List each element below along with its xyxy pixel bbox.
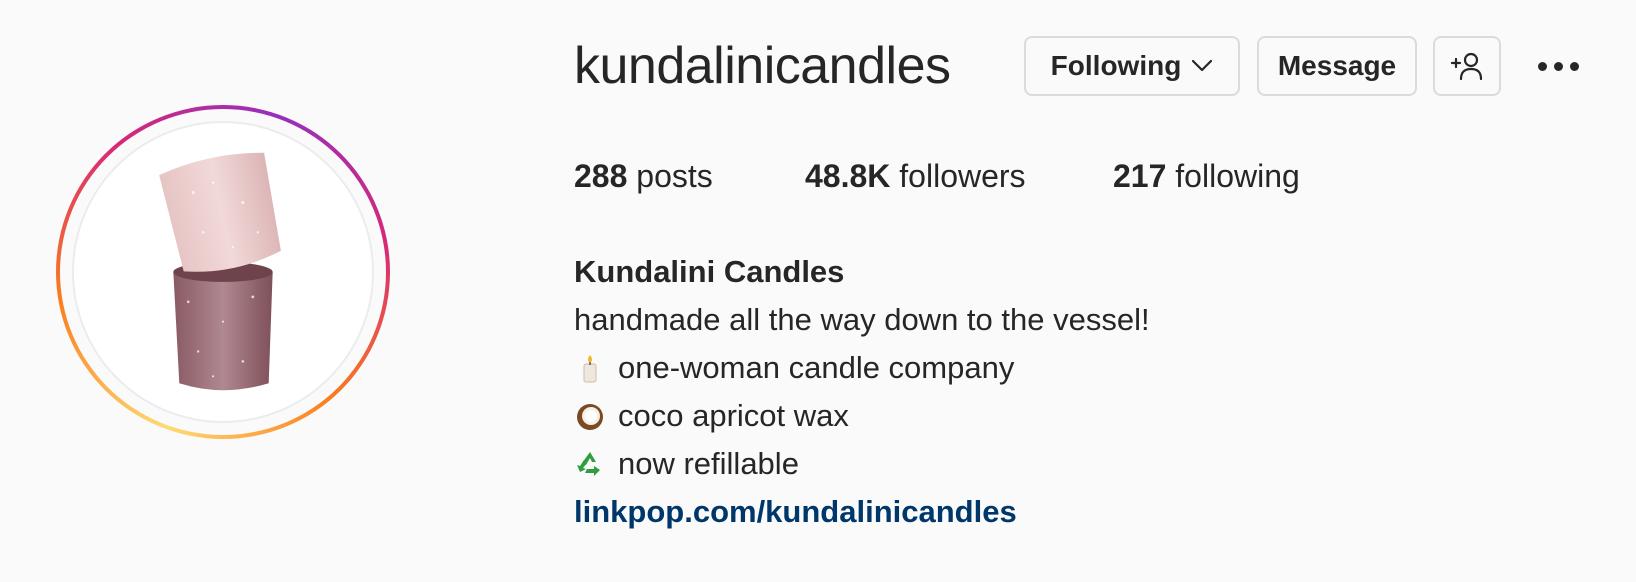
followers-link[interactable]: 48.8K followers bbox=[805, 158, 1026, 195]
message-button[interactable]: Message bbox=[1257, 36, 1417, 96]
bio-line: now refillable bbox=[574, 440, 1150, 488]
candle-icon bbox=[583, 355, 597, 383]
bio: Kundalini Candles handmade all the way d… bbox=[574, 248, 1150, 536]
suggested-users-button[interactable] bbox=[1433, 36, 1501, 96]
add-user-icon bbox=[1450, 52, 1483, 81]
more-options-icon[interactable] bbox=[1530, 50, 1586, 82]
bio-line: handmade all the way down to the vessel! bbox=[574, 302, 1150, 337]
chevron-down-icon bbox=[1192, 59, 1213, 72]
avatar[interactable] bbox=[72, 121, 374, 423]
story-ring[interactable] bbox=[56, 105, 390, 439]
username: kundalinicandles bbox=[574, 37, 951, 95]
message-button-label: Message bbox=[1277, 50, 1397, 81]
coconut-icon bbox=[577, 404, 603, 430]
display-name: Kundalini Candles bbox=[574, 254, 845, 289]
bio-link[interactable]: linkpop.com/kundalinicandles bbox=[574, 488, 1150, 536]
profile-header: kundalinicandles Following Message 288 p… bbox=[0, 0, 1636, 582]
posts-count: 288 posts bbox=[574, 158, 713, 194]
bio-line: coco apricot wax bbox=[574, 392, 1150, 440]
following-button[interactable]: Following bbox=[1024, 36, 1240, 96]
following-link[interactable]: 217 following bbox=[1113, 158, 1300, 195]
recycle-icon bbox=[577, 452, 600, 476]
following-button-label: Following bbox=[1050, 50, 1182, 81]
bio-line: one-woman candle company bbox=[574, 344, 1150, 392]
candle-vessels-image bbox=[159, 152, 281, 391]
